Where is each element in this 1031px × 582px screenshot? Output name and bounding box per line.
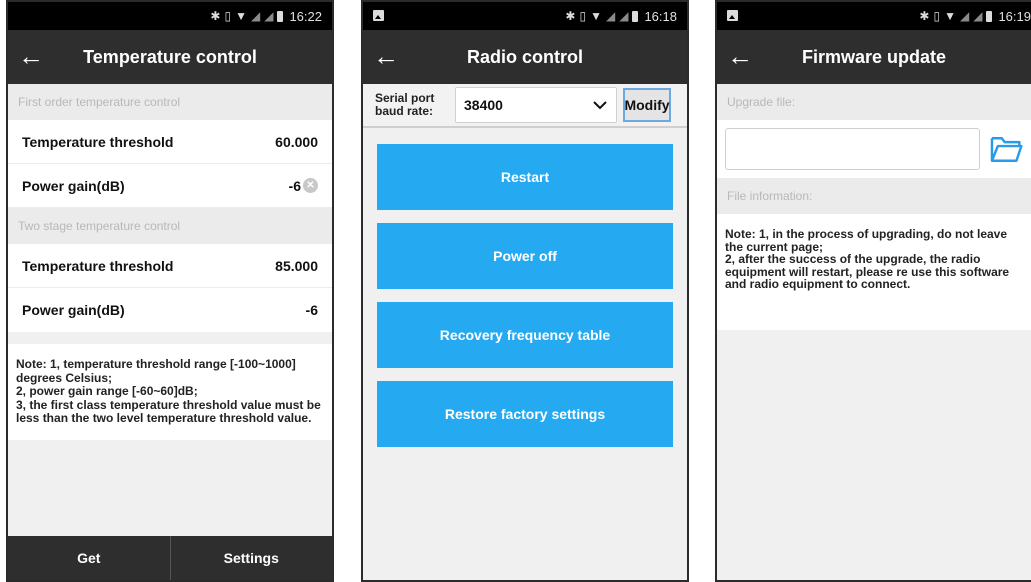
modify-button[interactable]: Modify [623,88,671,122]
bottom-action-bar: Get Settings [8,536,332,580]
second-power-gain-row[interactable]: Power gain(dB) -6 [8,288,332,332]
first-power-gain-field[interactable]: -6 ✕ [289,178,318,194]
restore-factory-settings-button[interactable]: Restore factory settings [377,381,673,447]
page-title: Temperature control [83,46,257,67]
radio-control-screen: ✱ ▯ ▼ ◢ ◢ 16:18 ← Radio control Serial p… [361,0,689,582]
file-information-label: File information: [717,178,1031,214]
signal-2-icon: ◢ [973,9,983,23]
recovery-frequency-table-button[interactable]: Recovery frequency table [377,302,673,368]
wifi-icon: ▼ [235,9,247,23]
signal-icon: ◢ [250,9,261,23]
upgrade-file-label: Upgrade file: [717,84,1031,120]
signal-icon: ◢ [959,9,970,23]
upgrade-file-row [717,120,1031,178]
status-icons: ✱ ▯ ▼ ◢ ◢ [210,9,284,23]
first-power-gain-value: -6 [288,177,301,194]
clear-icon[interactable]: ✕ [303,178,318,193]
status-icons: ✱ ▯ ▼ ◢ ◢ [919,9,993,23]
back-arrow-icon[interactable]: ← [727,40,757,72]
status-icons: ✱ ▯ ▼ ◢ ◢ [565,9,639,23]
status-bar: ✱ ▯ ▼ ◢ ◢ 16:22 [8,2,332,30]
wifi-icon: ▼ [944,9,956,23]
status-time: 16:18 [644,8,677,24]
battery-icon [632,10,639,22]
action-list: Restart Power off Recovery frequency tab… [363,128,687,447]
baud-rate-value: 38400 [464,97,503,113]
status-time: 16:22 [289,8,322,24]
battery-icon [277,10,284,22]
first-temperature-threshold-row[interactable]: Temperature threshold 60.000 [8,120,332,164]
folder-open-icon[interactable] [990,134,1023,164]
wifi-icon: ▼ [590,9,602,23]
page-title: Firmware update [801,46,947,67]
back-arrow-icon[interactable]: ← [18,40,48,72]
firmware-note: Note: 1, in the process of upgrading, do… [717,214,1031,330]
signal-icon: ◢ [605,9,616,23]
image-notification-icon [727,10,738,21]
section-header-two-stage: Two stage temperature control [8,208,332,244]
title-bar: ← Firmware update [717,30,1031,84]
baud-rate-label: Serial port baud rate: [375,91,435,118]
restart-button[interactable]: Restart [377,144,673,210]
upgrade-file-input[interactable] [725,128,980,170]
status-bar: ✱ ▯ ▼ ◢ ◢ 16:18 [363,2,687,30]
row-label: Power gain(dB) [22,302,125,318]
power-off-button[interactable]: Power off [377,223,673,289]
signal-2-icon: ◢ [619,9,629,23]
bluetooth-icon: ✱ [210,9,221,23]
bluetooth-icon: ✱ [919,9,930,23]
first-temperature-threshold-value[interactable]: 60.000 [275,134,318,150]
bluetooth-icon: ✱ [565,9,576,23]
second-power-gain-value[interactable]: -6 [306,302,318,318]
temperature-control-screen: ✱ ▯ ▼ ◢ ◢ 16:22 ← Temperature control Fi… [6,0,334,582]
second-temperature-threshold-row[interactable]: Temperature threshold 85.000 [8,244,332,288]
second-temperature-threshold-value[interactable]: 85.000 [275,258,318,274]
vibrate-icon: ▯ [224,9,232,23]
row-label: Temperature threshold [22,133,174,150]
baud-rate-select[interactable]: 38400 [455,87,617,123]
page-title: Radio control [467,46,583,67]
get-button[interactable]: Get [8,536,170,580]
row-label: Temperature threshold [22,257,174,274]
firmware-update-screen: ✱ ▯ ▼ ◢ ◢ 16:19 ← Firmware update Upgrad… [715,0,1031,582]
vibrate-icon: ▯ [933,9,941,23]
status-time: 16:19 [998,8,1031,24]
chevron-down-icon [592,97,608,113]
first-power-gain-row[interactable]: Power gain(dB) -6 ✕ [8,164,332,208]
temperature-note: Note: 1, temperature threshold range [-1… [8,344,332,440]
settings-button[interactable]: Settings [169,536,333,580]
section-header-first-order: First order temperature control [8,84,332,120]
vibrate-icon: ▯ [579,9,587,23]
title-bar: ← Radio control [363,30,687,84]
signal-2-icon: ◢ [264,9,274,23]
image-notification-icon [373,10,384,21]
title-bar: ← Temperature control [8,30,332,84]
back-arrow-icon[interactable]: ← [373,40,403,72]
status-bar: ✱ ▯ ▼ ◢ ◢ 16:19 [717,2,1031,30]
baud-rate-row: Serial port baud rate: 38400 Modify [363,84,687,128]
row-label: Power gain(dB) [22,177,125,194]
battery-icon [986,10,993,22]
